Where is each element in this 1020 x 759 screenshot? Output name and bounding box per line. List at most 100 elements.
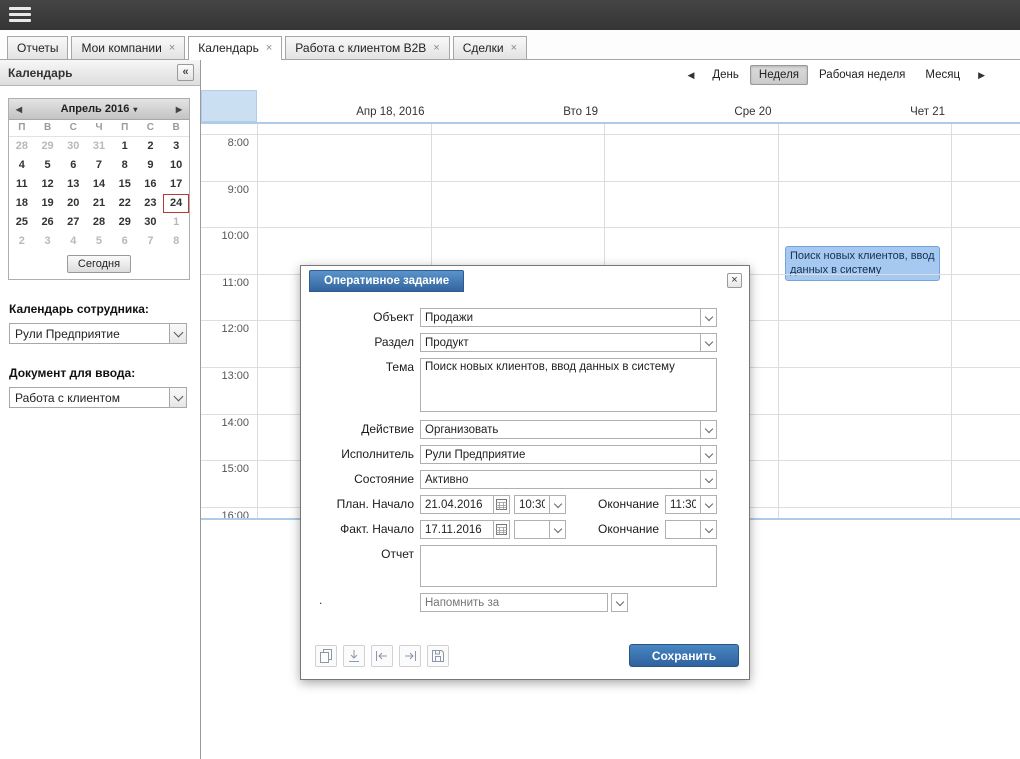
save-icon[interactable] <box>427 644 449 667</box>
calendar-day[interactable]: 8 <box>112 156 138 175</box>
calendar-picker-icon[interactable] <box>493 520 510 539</box>
calendar-day[interactable]: 2 <box>138 137 164 156</box>
tab[interactable]: Работа с клиентом B2B × <box>285 36 450 59</box>
chevron-down-icon[interactable] <box>700 470 717 489</box>
close-icon[interactable]: × <box>727 273 742 288</box>
tab-close-icon[interactable]: × <box>169 43 175 54</box>
hamburger-menu-icon[interactable] <box>9 7 31 23</box>
calendar-day[interactable]: 8 <box>163 232 189 251</box>
next-month-icon[interactable]: ▶ <box>169 105 189 114</box>
calendar-day[interactable]: 2 <box>9 232 35 251</box>
object-input[interactable] <box>420 308 701 327</box>
calendar-day[interactable]: 14 <box>86 175 112 194</box>
plan-end-time-input[interactable] <box>665 495 701 514</box>
calendar-day[interactable]: 31 <box>86 137 112 156</box>
calendar-day[interactable]: 6 <box>60 156 86 175</box>
chevron-down-icon[interactable] <box>700 495 717 514</box>
fact-start-date-input[interactable] <box>420 520 494 539</box>
calendar-day[interactable]: 10 <box>163 156 189 175</box>
back-icon[interactable] <box>371 644 393 667</box>
calendar-day[interactable]: 19 <box>35 194 61 213</box>
next-period-icon[interactable]: ▶ <box>971 67 992 84</box>
calendar-day[interactable]: 1 <box>163 213 189 232</box>
calendar-day[interactable]: 20 <box>60 194 86 213</box>
tab-close-icon[interactable]: × <box>433 43 439 54</box>
report-textarea[interactable] <box>420 545 717 587</box>
calendar-day[interactable]: 24 <box>163 194 189 213</box>
calendar-day[interactable]: 30 <box>138 213 164 232</box>
prev-month-icon[interactable]: ◀ <box>9 105 29 114</box>
state-input[interactable] <box>420 470 701 489</box>
chevron-down-icon[interactable] <box>700 520 717 539</box>
calendar-event[interactable]: Поиск новых клиентов, ввод данных в сист… <box>785 246 940 281</box>
view-button[interactable]: Месяц <box>916 65 969 85</box>
calendar-day[interactable]: 16 <box>138 175 164 194</box>
executor-input[interactable] <box>420 445 701 464</box>
calendar-day[interactable]: 22 <box>112 194 138 213</box>
calendar-day[interactable]: 5 <box>86 232 112 251</box>
calendar-day[interactable]: 13 <box>60 175 86 194</box>
document-input[interactable] <box>9 387 170 408</box>
tab[interactable]: Сделки × <box>452 36 528 59</box>
calendar-day[interactable]: 4 <box>60 232 86 251</box>
tab-close-icon[interactable]: × <box>511 43 517 54</box>
calendar-day[interactable]: 29 <box>112 213 138 232</box>
action-input[interactable] <box>420 420 701 439</box>
chevron-down-icon[interactable] <box>700 333 717 352</box>
calendar-day[interactable]: 3 <box>163 137 189 156</box>
collapse-sidebar-icon[interactable]: « <box>177 64 194 81</box>
calendar-day[interactable]: 4 <box>9 156 35 175</box>
save-button[interactable]: Сохранить <box>629 644 739 667</box>
calendar-day[interactable]: 29 <box>35 137 61 156</box>
calendar-day[interactable]: 18 <box>9 194 35 213</box>
calendar-picker-icon[interactable] <box>493 495 510 514</box>
today-button[interactable]: Сегодня <box>66 255 132 273</box>
remind-input[interactable] <box>420 593 608 612</box>
forward-icon[interactable] <box>399 644 421 667</box>
calendar-day[interactable]: 7 <box>138 232 164 251</box>
calendar-day[interactable]: 1 <box>112 137 138 156</box>
calendar-day[interactable]: 11 <box>9 175 35 194</box>
calendar-day[interactable]: 21 <box>86 194 112 213</box>
plan-start-time-input[interactable] <box>514 495 550 514</box>
section-input[interactable] <box>420 333 701 352</box>
view-button[interactable]: Неделя <box>749 65 809 85</box>
tab-close-icon[interactable]: × <box>266 43 272 54</box>
fact-end-time-input[interactable] <box>665 520 701 539</box>
chevron-down-icon[interactable] <box>549 495 566 514</box>
copy-icon[interactable] <box>315 644 337 667</box>
month-picker[interactable]: Апрель 2016 ▾ <box>29 103 169 115</box>
chevron-down-icon[interactable] <box>169 387 187 408</box>
calendar-day[interactable]: 3 <box>35 232 61 251</box>
calendar-day[interactable]: 12 <box>35 175 61 194</box>
chevron-down-icon[interactable] <box>549 520 566 539</box>
calendar-day[interactable]: 25 <box>9 213 35 232</box>
chevron-down-icon[interactable] <box>700 308 717 327</box>
chevron-down-icon[interactable] <box>700 445 717 464</box>
calendar-day[interactable]: 23 <box>138 194 164 213</box>
calendar-day[interactable]: 30 <box>60 137 86 156</box>
calendar-day[interactable]: 15 <box>112 175 138 194</box>
chevron-down-icon[interactable] <box>611 593 628 612</box>
plan-start-date-input[interactable] <box>420 495 494 514</box>
theme-textarea[interactable]: Поиск новых клиентов, ввод данных в сист… <box>420 358 717 412</box>
import-icon[interactable] <box>343 644 365 667</box>
calendar-day[interactable]: 17 <box>163 175 189 194</box>
calendar-day[interactable]: 7 <box>86 156 112 175</box>
calendar-day[interactable]: 9 <box>138 156 164 175</box>
tab[interactable]: Отчеты <box>7 36 69 59</box>
calendar-day[interactable]: 27 <box>60 213 86 232</box>
tab[interactable]: Календарь × <box>188 36 283 60</box>
prev-period-icon[interactable]: ◀ <box>680 67 701 84</box>
calendar-day[interactable]: 28 <box>9 137 35 156</box>
calendar-day[interactable]: 28 <box>86 213 112 232</box>
calendar-day[interactable]: 5 <box>35 156 61 175</box>
tab[interactable]: Мои компании × <box>71 36 186 59</box>
view-button[interactable]: День <box>703 65 748 85</box>
view-button[interactable]: Рабочая неделя <box>810 65 914 85</box>
calendar-day[interactable]: 6 <box>112 232 138 251</box>
chevron-down-icon[interactable] <box>169 323 187 344</box>
fact-start-time-input[interactable] <box>514 520 550 539</box>
employee-input[interactable] <box>9 323 170 344</box>
chevron-down-icon[interactable] <box>700 420 717 439</box>
